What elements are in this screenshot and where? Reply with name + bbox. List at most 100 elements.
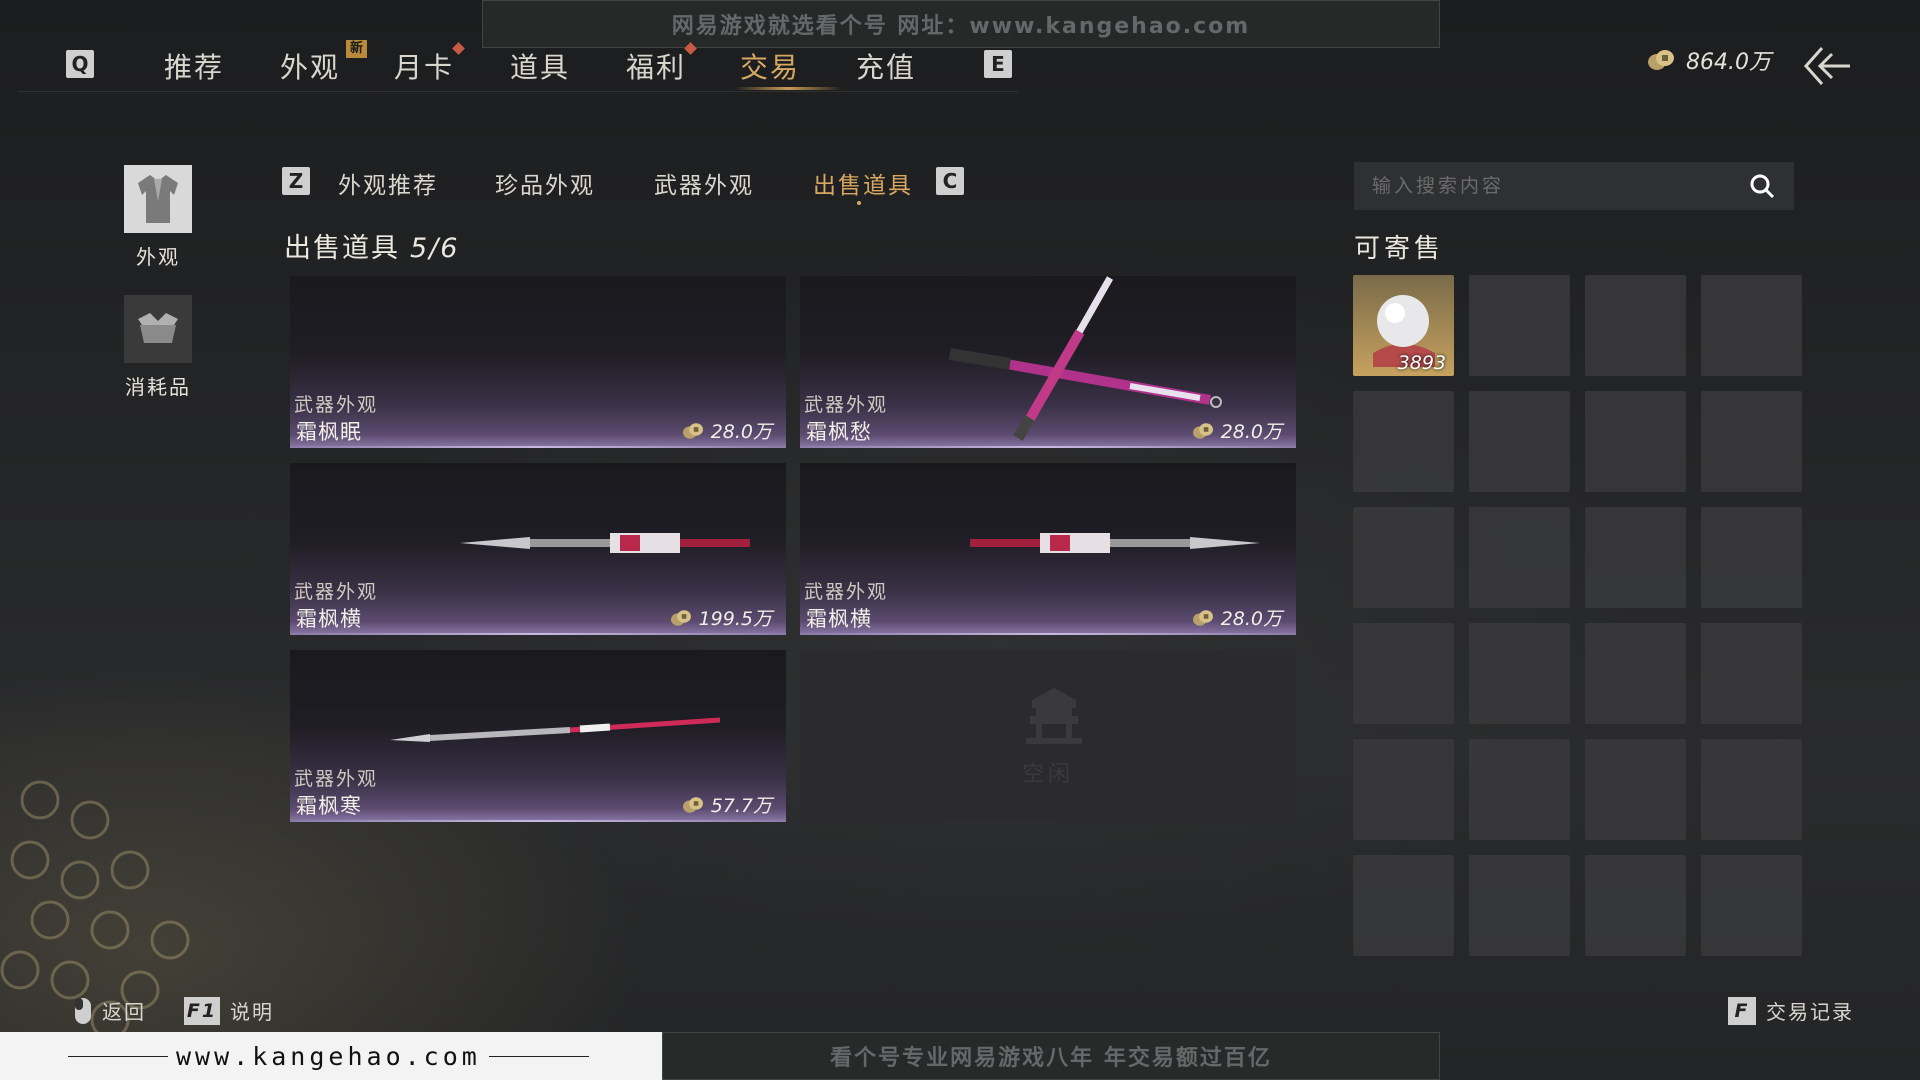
inventory-slot[interactable] bbox=[1585, 275, 1686, 376]
currency-display: 864.0万 bbox=[1646, 44, 1771, 76]
key-hint-f1: F1 bbox=[184, 996, 220, 1025]
inventory-slot[interactable] bbox=[1353, 507, 1454, 608]
coin-icon bbox=[1192, 609, 1213, 626]
sellable-title: 可寄售 bbox=[1354, 234, 1445, 264]
category-consumable[interactable]: 消耗品 bbox=[120, 295, 196, 400]
active-tab-underline bbox=[734, 87, 842, 90]
listing-card[interactable]: 武器外观 霜枫愁 28.0万 bbox=[800, 276, 1296, 448]
listing-card[interactable]: 武器外观 霜枫寒 57.7万 bbox=[290, 650, 786, 822]
item-price-value: 28.0万 bbox=[1220, 421, 1282, 443]
inventory-slot[interactable] bbox=[1469, 855, 1570, 956]
inventory-slot[interactable] bbox=[1469, 275, 1570, 376]
search-bar bbox=[1354, 162, 1794, 210]
inventory-slot[interactable] bbox=[1701, 275, 1802, 376]
item-name: 霜枫横 bbox=[296, 607, 362, 631]
section-title-text: 出售道具 bbox=[284, 233, 400, 264]
inventory-slot[interactable] bbox=[1701, 623, 1802, 724]
back-hint[interactable]: 返回 bbox=[74, 996, 146, 1025]
subtab-rare-appearance[interactable]: 珍品外观 bbox=[495, 166, 595, 200]
search-icon[interactable] bbox=[1748, 172, 1776, 200]
category-label: 外观 bbox=[136, 245, 180, 269]
section-title: 出售道具 5/6 bbox=[284, 226, 459, 265]
coin-icon bbox=[682, 422, 703, 439]
watermark-url: www.kangehao.com bbox=[0, 1032, 662, 1080]
listing-card[interactable]: 武器外观 霜枫横 28.0万 bbox=[800, 463, 1296, 635]
divider bbox=[68, 1055, 168, 1057]
inventory-slot[interactable] bbox=[1585, 507, 1686, 608]
inventory-slot[interactable] bbox=[1469, 507, 1570, 608]
coin-icon bbox=[1192, 422, 1213, 439]
coins-decoration bbox=[0, 780, 190, 1040]
consumable-icon bbox=[124, 295, 192, 363]
inventory-slot[interactable] bbox=[1469, 623, 1570, 724]
subtab-weapon-appearance[interactable]: 武器外观 bbox=[654, 166, 754, 200]
inventory-slot[interactable] bbox=[1701, 391, 1802, 492]
listing-card[interactable]: 武器外观 霜枫眠 28.0万 bbox=[290, 276, 786, 448]
inventory-slot[interactable] bbox=[1585, 391, 1686, 492]
inventory-slot[interactable] bbox=[1585, 623, 1686, 724]
item-name: 霜枫横 bbox=[806, 607, 872, 631]
item-type: 武器外观 bbox=[804, 394, 889, 416]
item-type: 武器外观 bbox=[294, 581, 379, 603]
active-subtab-dot bbox=[857, 201, 861, 205]
subtab-appearance-recommend[interactable]: 外观推荐 bbox=[338, 166, 438, 200]
key-hint-z[interactable]: Z bbox=[282, 167, 310, 195]
key-hint-f: F bbox=[1728, 996, 1756, 1025]
key-hint-q[interactable]: Q bbox=[66, 50, 94, 78]
trade-records-hint[interactable]: F 交易记录 bbox=[1728, 996, 1854, 1025]
watermark-bottom: 看个号专业网易游戏八年 年交易额过百亿 bbox=[662, 1032, 1440, 1080]
listing-card[interactable]: 武器外观 霜枫横 199.5万 bbox=[290, 463, 786, 635]
item-price-value: 28.0万 bbox=[710, 421, 772, 443]
item-price: 57.7万 bbox=[681, 791, 772, 818]
coin-icon bbox=[1648, 50, 1674, 70]
empty-slot-label: 空闲 bbox=[1021, 762, 1074, 787]
spear-icon bbox=[390, 717, 721, 742]
inventory-slot[interactable] bbox=[1469, 739, 1570, 840]
notification-dot bbox=[452, 42, 465, 55]
key-hint-c[interactable]: C bbox=[936, 167, 964, 195]
key-hint-e[interactable]: E bbox=[984, 50, 1012, 78]
tab-trade[interactable]: 交易 bbox=[740, 46, 800, 86]
category-label: 消耗品 bbox=[125, 375, 191, 399]
inventory-slot[interactable] bbox=[1353, 623, 1454, 724]
tab-appearance[interactable]: 外观 bbox=[280, 46, 340, 86]
tab-welfare[interactable]: 福利 bbox=[626, 46, 686, 86]
item-name: 霜枫寒 bbox=[296, 794, 362, 818]
tab-recharge[interactable]: 充值 bbox=[856, 46, 916, 86]
inventory-slot[interactable] bbox=[1353, 855, 1454, 956]
inventory-slot[interactable] bbox=[1585, 739, 1686, 840]
item-name: 霜枫愁 bbox=[806, 420, 872, 444]
back-label: 返回 bbox=[102, 1000, 146, 1024]
tab-monthly-card[interactable]: 月卡 bbox=[394, 46, 454, 86]
item-type: 武器外观 bbox=[294, 768, 379, 790]
trade-records-label: 交易记录 bbox=[1766, 1000, 1854, 1024]
inventory-slot[interactable]: 3893 bbox=[1353, 275, 1454, 376]
item-price-value: 199.5万 bbox=[698, 608, 772, 630]
item-price-value: 28.0万 bbox=[1220, 608, 1282, 630]
tab-items[interactable]: 道具 bbox=[510, 46, 570, 86]
currency-amount: 864.0万 bbox=[1686, 50, 1771, 75]
inventory-slot[interactable] bbox=[1585, 855, 1686, 956]
item-type: 武器外观 bbox=[294, 394, 379, 416]
item-price-value: 57.7万 bbox=[710, 795, 772, 817]
back-icon[interactable] bbox=[1800, 44, 1852, 88]
inventory-slot[interactable] bbox=[1701, 855, 1802, 956]
search-input[interactable] bbox=[1372, 175, 1748, 197]
inventory-slot[interactable] bbox=[1701, 507, 1802, 608]
item-name: 霜枫眠 bbox=[296, 420, 362, 444]
category-outfit[interactable]: 外观 bbox=[120, 165, 196, 270]
section-count: 5/6 bbox=[410, 233, 460, 264]
empty-listing-slot[interactable]: 空闲 bbox=[800, 650, 1296, 822]
mouse-icon bbox=[75, 997, 91, 1024]
sellable-grid: 3893 bbox=[1353, 275, 1802, 956]
help-hint[interactable]: F1 说明 bbox=[184, 996, 274, 1025]
tab-recommend[interactable]: 推荐 bbox=[164, 46, 224, 86]
inventory-slot[interactable] bbox=[1469, 391, 1570, 492]
watermark-url-text: www.kangehao.com bbox=[176, 1041, 481, 1071]
item-price: 199.5万 bbox=[669, 604, 772, 631]
inventory-slot[interactable] bbox=[1353, 739, 1454, 840]
item-price: 28.0万 bbox=[1191, 417, 1282, 444]
inventory-slot[interactable] bbox=[1701, 739, 1802, 840]
inventory-slot[interactable] bbox=[1353, 391, 1454, 492]
subtab-sell-items[interactable]: 出售道具 bbox=[813, 166, 913, 200]
